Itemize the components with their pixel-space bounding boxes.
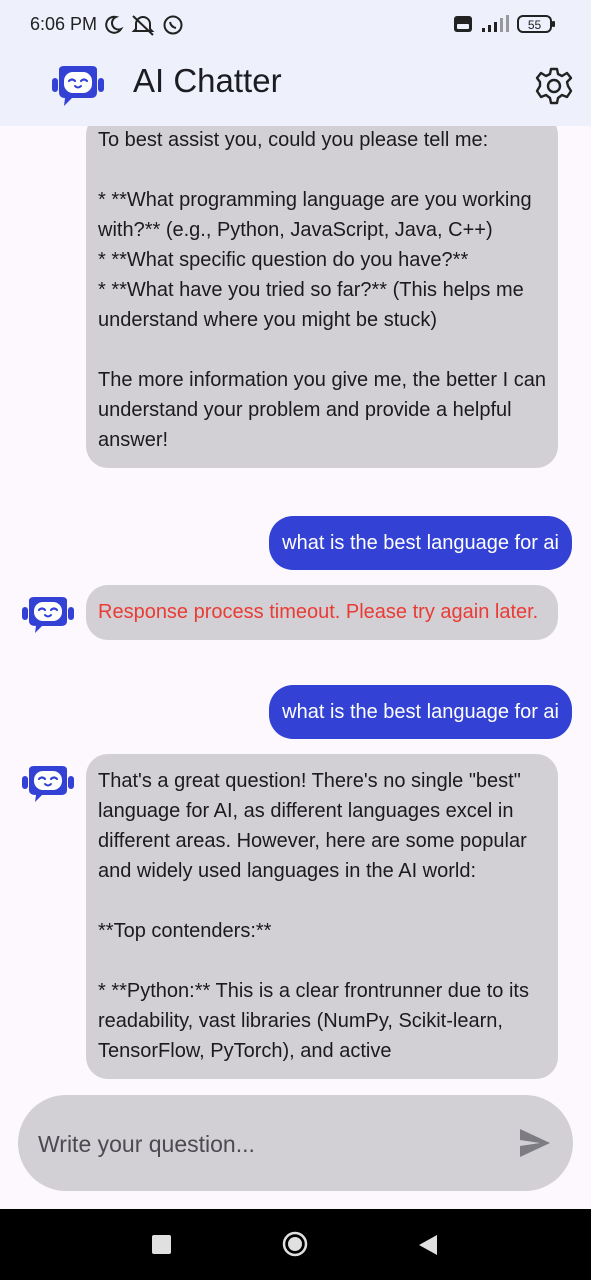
status-bar: 6:06 PM 55	[0, 0, 591, 52]
bot-avatar-icon	[22, 766, 74, 802]
system-nav-bar	[0, 1209, 591, 1280]
gear-icon[interactable]	[535, 67, 573, 105]
question-input[interactable]	[36, 1121, 500, 1167]
battery-icon: 55	[517, 15, 555, 33]
signal-icon	[482, 15, 509, 32]
back-button[interactable]	[417, 1233, 439, 1257]
battery-level: 55	[528, 18, 542, 32]
chat-message-list[interactable]: To best assist you, could you please tel…	[0, 126, 591, 1082]
user-message: what is the best language for ai	[269, 685, 572, 739]
bot-avatar-icon	[22, 597, 74, 633]
bot-message: That's a great question! There's no sing…	[86, 754, 558, 1079]
moon-icon	[105, 15, 124, 34]
bot-message: To best assist you, could you please tel…	[86, 126, 558, 468]
robot-icon	[52, 66, 104, 106]
send-icon[interactable]	[518, 1127, 552, 1159]
notifications-muted-icon	[131, 15, 155, 36]
app-title: AI Chatter	[133, 62, 282, 99]
whatsapp-icon	[163, 15, 183, 35]
recents-button[interactable]	[152, 1235, 171, 1254]
bot-error-message: Response process timeout. Please try aga…	[86, 585, 558, 640]
volte-icon	[454, 16, 472, 32]
app-bar: AI Chatter	[0, 52, 591, 126]
status-time: 6:06 PM	[30, 14, 98, 34]
home-button[interactable]	[282, 1231, 308, 1257]
message-composer	[18, 1095, 573, 1191]
user-message: what is the best language for ai	[269, 516, 572, 570]
